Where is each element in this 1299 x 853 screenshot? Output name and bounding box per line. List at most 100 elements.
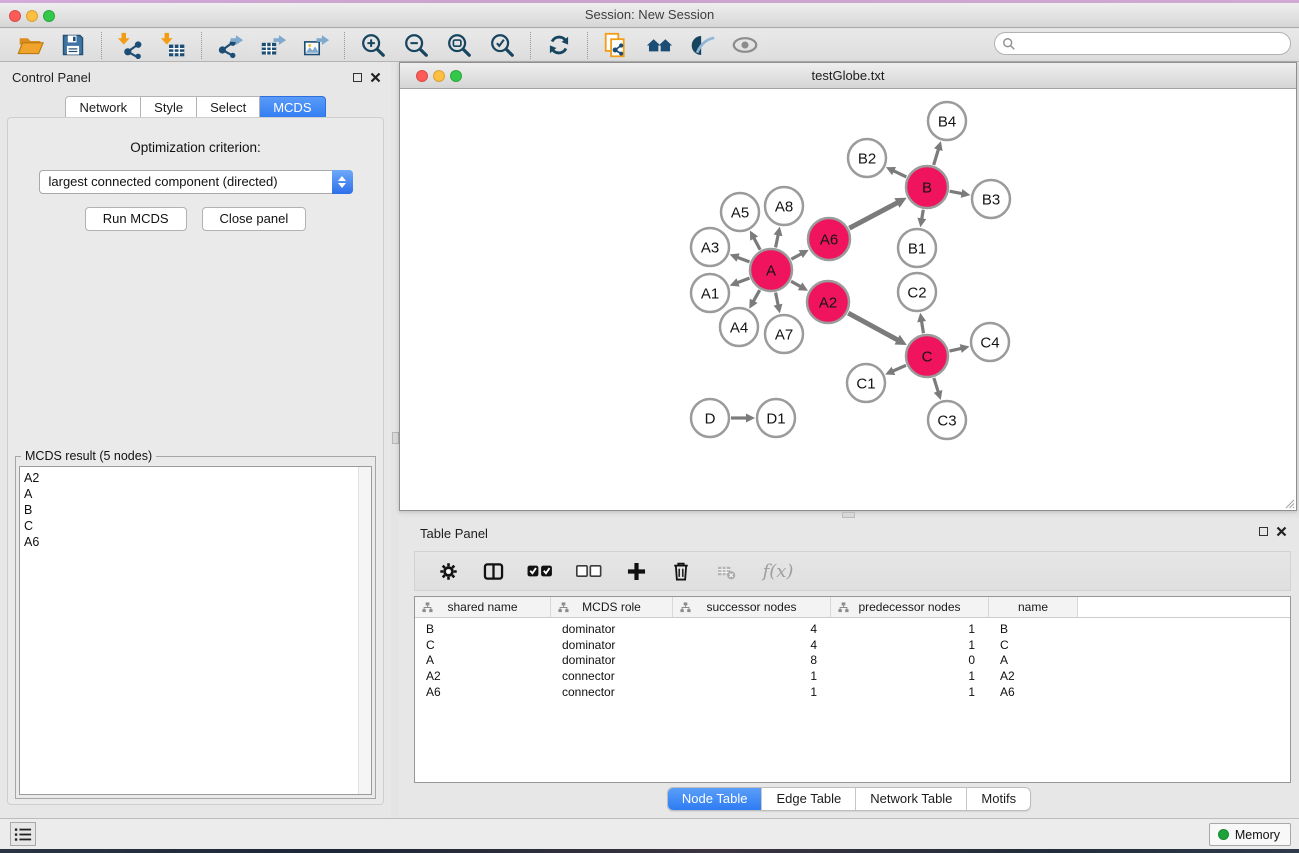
zoom-fit-icon[interactable] <box>444 30 474 60</box>
graph-node-A8[interactable] <box>765 187 803 225</box>
mcds-result-item[interactable]: B <box>24 502 371 518</box>
add-column-icon[interactable] <box>624 559 648 583</box>
network-minimize-button[interactable] <box>433 70 445 82</box>
first-neighbors-icon[interactable] <box>687 30 717 60</box>
search-input[interactable] <box>1020 34 1290 53</box>
mcds-result-item[interactable]: A2 <box>24 470 371 486</box>
save-session-icon[interactable] <box>58 30 88 60</box>
table-settings-gear-icon[interactable] <box>436 559 460 583</box>
resize-grip-icon[interactable] <box>1283 497 1295 509</box>
zoom-out-icon[interactable] <box>401 30 431 60</box>
mcds-result-item[interactable]: A <box>24 486 371 502</box>
function-builder-icon[interactable]: f(x) <box>759 559 797 583</box>
graph-node-A7[interactable] <box>765 315 803 353</box>
task-history-button[interactable] <box>10 822 36 846</box>
column-header-MCDS-role[interactable]: MCDS role <box>551 597 673 617</box>
float-panel-icon[interactable] <box>353 73 362 82</box>
tab-edge-table[interactable]: Edge Table <box>761 788 855 810</box>
graph-node-B2[interactable] <box>848 139 886 177</box>
table-row[interactable]: Bdominator41B <box>415 621 1290 637</box>
graph-edge-A-A1[interactable] <box>737 278 749 283</box>
vertical-splitter-handle[interactable] <box>392 432 399 444</box>
select-all-checkboxes-icon[interactable] <box>526 559 554 583</box>
graph-edge-C-C3[interactable] <box>934 378 938 392</box>
criterion-dropdown[interactable]: largest connected component (directed) <box>39 170 353 194</box>
graph-edge-A-A8[interactable] <box>776 234 779 247</box>
graph-node-A[interactable] <box>750 249 792 291</box>
node-table[interactable]: shared nameMCDS rolesuccessor nodesprede… <box>414 596 1291 783</box>
close-panel-icon[interactable] <box>370 72 381 83</box>
mcds-result-item[interactable]: C <box>24 518 371 534</box>
column-header-shared-name[interactable]: shared name <box>415 597 551 617</box>
open-session-icon[interactable] <box>15 30 45 60</box>
graph-node-B3[interactable] <box>972 180 1010 218</box>
graph-node-B[interactable] <box>906 166 948 208</box>
home-icon[interactable] <box>644 30 674 60</box>
run-mcds-button[interactable]: Run MCDS <box>85 207 187 231</box>
graph-edge-B-B3[interactable] <box>950 191 963 193</box>
graph-edge-A-A3[interactable] <box>737 257 749 262</box>
graph-edge-C-C4[interactable] <box>949 348 961 351</box>
network-close-button[interactable] <box>416 70 428 82</box>
mcds-result-item[interactable]: A6 <box>24 534 371 550</box>
graph-node-D1[interactable] <box>757 399 795 437</box>
export-image-icon[interactable] <box>301 30 331 60</box>
table-row[interactable]: A6connector11A6 <box>415 684 1290 700</box>
new-network-from-selection-icon[interactable] <box>601 30 631 60</box>
result-scrollbar[interactable] <box>358 467 371 794</box>
column-header-name[interactable]: name <box>989 597 1078 617</box>
graph-edge-A2-C[interactable] <box>848 313 898 340</box>
tab-node-table[interactable]: Node Table <box>668 788 762 810</box>
graph-node-C[interactable] <box>906 335 948 377</box>
import-table-icon[interactable] <box>158 30 188 60</box>
graph-edge-A-A5[interactable] <box>754 238 760 250</box>
network-canvas[interactable]: B4B2BB3A5A8A6B1A3AA1C2A2A4A7C4CC1C3DD1 <box>400 90 1296 510</box>
deselect-all-checkboxes-icon[interactable] <box>575 559 603 583</box>
graph-edge-B-B1[interactable] <box>922 210 924 220</box>
graph-edge-A6-B[interactable] <box>849 202 898 228</box>
close-window-button[interactable] <box>9 10 21 22</box>
delete-rows-trash-icon[interactable] <box>669 559 693 583</box>
network-window-titlebar[interactable]: testGlobe.txt <box>400 63 1296 89</box>
zoom-selected-icon[interactable] <box>487 30 517 60</box>
export-network-icon[interactable] <box>215 30 245 60</box>
table-float-panel-icon[interactable] <box>1259 527 1268 536</box>
graph-edge-A-A4[interactable] <box>753 290 760 302</box>
graph-edge-A-A6[interactable] <box>791 254 801 260</box>
minimize-window-button[interactable] <box>26 10 38 22</box>
graph-node-A5[interactable] <box>721 193 759 231</box>
tab-motifs[interactable]: Motifs <box>966 788 1030 810</box>
memory-button[interactable]: Memory <box>1209 823 1291 846</box>
graph-node-B1[interactable] <box>898 229 936 267</box>
table-close-panel-icon[interactable] <box>1276 526 1287 537</box>
table-row[interactable]: Cdominator41C <box>415 637 1290 653</box>
zoom-in-icon[interactable] <box>358 30 388 60</box>
graph-node-C2[interactable] <box>898 273 936 311</box>
graph-node-B4[interactable] <box>928 102 966 140</box>
graph-edge-C-C1[interactable] <box>893 365 906 371</box>
table-row[interactable]: Adominator80A <box>415 653 1290 669</box>
graph-node-C4[interactable] <box>971 323 1009 361</box>
mcds-result-list[interactable]: A2ABCA6 <box>19 466 372 795</box>
column-header-successor-nodes[interactable]: successor nodes <box>673 597 831 617</box>
tab-network-table[interactable]: Network Table <box>855 788 966 810</box>
graph-node-C1[interactable] <box>847 364 885 402</box>
delete-column-icon[interactable] <box>714 559 738 583</box>
graph-node-C3[interactable] <box>928 401 966 439</box>
search-field[interactable] <box>994 32 1291 55</box>
graph-edge-A-A2[interactable] <box>791 281 801 287</box>
graph-edge-B-B4[interactable] <box>934 149 939 165</box>
import-network-icon[interactable] <box>115 30 145 60</box>
graph-node-D[interactable] <box>691 399 729 437</box>
table-row[interactable]: A2connector11A2 <box>415 668 1290 684</box>
graph-node-A4[interactable] <box>720 308 758 346</box>
maximize-window-button[interactable] <box>43 10 55 22</box>
graph-node-A3[interactable] <box>691 228 729 266</box>
show-hide-eye-icon[interactable] <box>730 30 760 60</box>
refresh-icon[interactable] <box>544 30 574 60</box>
export-table-icon[interactable] <box>258 30 288 60</box>
graph-edge-C-C2[interactable] <box>921 321 923 334</box>
graph-node-A1[interactable] <box>691 274 729 312</box>
column-header-predecessor-nodes[interactable]: predecessor nodes <box>831 597 989 617</box>
close-panel-button[interactable]: Close panel <box>202 207 307 231</box>
